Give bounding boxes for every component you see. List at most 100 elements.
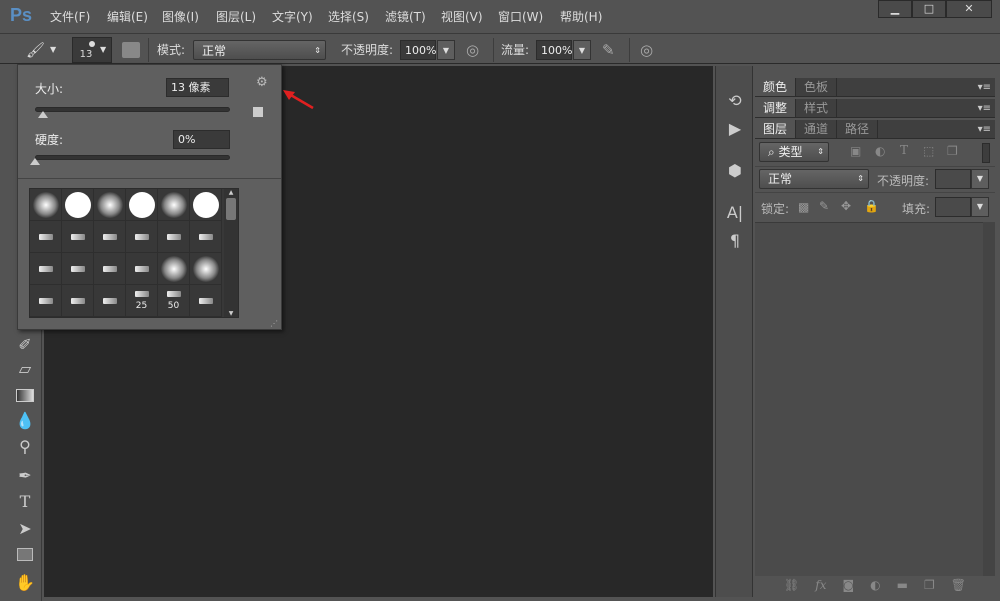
brush-preset-9[interactable] bbox=[126, 221, 158, 253]
mode-select[interactable]: 正常 ⇕ bbox=[193, 40, 326, 60]
hardness-slider-thumb[interactable] bbox=[30, 158, 40, 165]
brush-preset-3[interactable] bbox=[126, 189, 158, 221]
brush-preset-14[interactable] bbox=[94, 253, 126, 285]
add-mask-icon[interactable]: ◙ bbox=[842, 578, 854, 597]
tab-swatches[interactable]: 色板 bbox=[796, 78, 838, 96]
dodge-tool-icon[interactable]: ⚲ bbox=[12, 436, 38, 458]
brush-preset-11[interactable] bbox=[190, 221, 222, 253]
filter-toggle[interactable] bbox=[982, 143, 990, 163]
menu-file[interactable]: 文件(F) bbox=[50, 8, 90, 25]
brush-preset-19[interactable] bbox=[62, 285, 94, 317]
menu-type[interactable]: 文字(Y) bbox=[272, 8, 313, 25]
pen-tool-icon[interactable]: ✒ bbox=[12, 465, 38, 487]
character-panel-icon[interactable]: A| bbox=[724, 202, 746, 224]
brush-preset-16[interactable] bbox=[158, 253, 190, 285]
menu-filter[interactable]: 滤镜(T) bbox=[385, 8, 426, 25]
blend-mode-select[interactable]: 正常 ⇕ bbox=[759, 169, 869, 189]
lock-position-icon[interactable]: ✥ bbox=[841, 199, 851, 213]
brush-preset-23[interactable] bbox=[190, 285, 222, 317]
panel-menu-icon[interactable]: ▾≡ bbox=[978, 78, 991, 97]
brush-preset-22[interactable]: 50 bbox=[158, 285, 190, 317]
brush-preset-0[interactable] bbox=[30, 189, 62, 221]
new-group-icon[interactable]: ▬ bbox=[897, 578, 908, 597]
panel-menu-icon[interactable]: ▾≡ bbox=[978, 120, 991, 139]
brush-preset-12[interactable] bbox=[30, 253, 62, 285]
fx-icon[interactable]: fx bbox=[815, 578, 826, 597]
brush-preset-20[interactable] bbox=[94, 285, 126, 317]
brush-preset-5[interactable] bbox=[190, 189, 222, 221]
pressure-opacity-icon[interactable]: ◎ bbox=[466, 40, 479, 60]
pixel-filter-icon[interactable]: ▣ bbox=[850, 144, 861, 158]
brush-preset-6[interactable] bbox=[30, 221, 62, 253]
hardness-input[interactable]: 0% bbox=[173, 130, 230, 149]
size-slider-thumb[interactable] bbox=[37, 111, 48, 118]
scrollbar-thumb[interactable] bbox=[226, 198, 236, 220]
fill-input[interactable] bbox=[935, 197, 971, 217]
tab-paths[interactable]: 路径 bbox=[837, 120, 879, 138]
brush-picker-dropdown-icon[interactable]: ▼ bbox=[100, 40, 106, 60]
brush-preset-21[interactable]: 25 bbox=[126, 285, 158, 317]
preset-scrollbar[interactable]: ▲ ▼ bbox=[224, 189, 238, 317]
trash-icon[interactable]: 🗑 bbox=[951, 578, 966, 597]
hand-tool-icon[interactable]: ✋ bbox=[12, 572, 38, 594]
tab-channels[interactable]: 通道 bbox=[796, 120, 838, 138]
brush-preset-10[interactable] bbox=[158, 221, 190, 253]
close-button[interactable]: ✕ bbox=[946, 0, 992, 18]
history-panel-icon[interactable]: ⟲ bbox=[724, 90, 746, 112]
panel-menu-icon[interactable]: ▾≡ bbox=[978, 99, 991, 118]
smart-object-filter-icon[interactable]: ❐ bbox=[947, 144, 958, 158]
adjustment-layer-icon[interactable]: ◐ bbox=[870, 578, 880, 597]
paragraph-panel-icon[interactable]: ¶ bbox=[724, 230, 746, 252]
resize-grip-icon[interactable]: ⋰ bbox=[270, 319, 278, 328]
fill-dropdown[interactable]: ▼ bbox=[971, 197, 989, 217]
menu-window[interactable]: 窗口(W) bbox=[498, 8, 543, 25]
lock-all-icon[interactable]: 🔒 bbox=[864, 199, 879, 213]
brush-panel-toggle-icon[interactable] bbox=[122, 42, 140, 58]
menu-edit[interactable]: 编辑(E) bbox=[107, 8, 148, 25]
size-input[interactable]: 13 像素 bbox=[166, 78, 229, 97]
lock-transparent-icon[interactable]: ▩ bbox=[798, 200, 809, 214]
type-tool-icon[interactable]: T bbox=[12, 491, 38, 513]
brush-preset-7[interactable] bbox=[62, 221, 94, 253]
path-selection-tool-icon[interactable]: ➤ bbox=[12, 518, 38, 540]
brush-preset-17[interactable] bbox=[190, 253, 222, 285]
opacity-dropdown[interactable]: ▼ bbox=[437, 40, 455, 60]
tab-adjustments[interactable]: 调整 bbox=[755, 99, 797, 117]
brush-preset-15[interactable] bbox=[126, 253, 158, 285]
tool-preset-dropdown-icon[interactable]: ▼ bbox=[50, 40, 56, 60]
history-brush-tool-icon[interactable]: ✐ bbox=[12, 334, 38, 356]
tab-layers[interactable]: 图层 bbox=[755, 120, 797, 138]
layer-filter-select[interactable]: ⌕ 类型 ⇕ bbox=[759, 142, 829, 162]
brush-preset-8[interactable] bbox=[94, 221, 126, 253]
layer-opacity-dropdown[interactable]: ▼ bbox=[971, 169, 989, 189]
menu-select[interactable]: 选择(S) bbox=[328, 8, 369, 25]
hardness-slider[interactable] bbox=[35, 155, 230, 160]
gradient-tool-icon[interactable] bbox=[12, 385, 38, 407]
lock-paint-icon[interactable]: ✎ bbox=[819, 199, 829, 213]
eraser-tool-icon[interactable]: ▱ bbox=[12, 358, 38, 380]
gear-icon[interactable]: ⚙ bbox=[256, 75, 268, 90]
link-layers-icon[interactable]: ⛓ bbox=[784, 578, 799, 597]
brush-preset-2[interactable] bbox=[94, 189, 126, 221]
minimize-button[interactable]: ▁ bbox=[878, 0, 912, 18]
tab-color[interactable]: 颜色 bbox=[755, 78, 797, 96]
new-layer-icon[interactable]: ❐ bbox=[924, 578, 935, 597]
maximize-button[interactable]: □ bbox=[912, 0, 946, 18]
new-preset-icon[interactable] bbox=[253, 107, 263, 117]
opacity-input[interactable]: 100% bbox=[400, 40, 436, 60]
brush-preset-1[interactable] bbox=[62, 189, 94, 221]
actions-panel-icon[interactable]: ▶ bbox=[724, 118, 746, 140]
menu-image[interactable]: 图像(I) bbox=[162, 8, 199, 25]
layer-opacity-input[interactable] bbox=[935, 169, 971, 189]
flow-input[interactable]: 100% bbox=[536, 40, 572, 60]
menu-help[interactable]: 帮助(H) bbox=[560, 8, 602, 25]
airbrush-icon[interactable]: ✎ bbox=[602, 40, 615, 60]
size-slider[interactable] bbox=[35, 107, 230, 112]
rectangle-tool-icon[interactable] bbox=[12, 544, 38, 566]
brush-preset-13[interactable] bbox=[62, 253, 94, 285]
flow-dropdown[interactable]: ▼ bbox=[573, 40, 591, 60]
brush-preset-4[interactable] bbox=[158, 189, 190, 221]
brush-tool-icon[interactable]: 🖌 bbox=[26, 40, 45, 60]
layers-scrollbar[interactable] bbox=[983, 222, 995, 576]
tab-styles[interactable]: 样式 bbox=[796, 99, 838, 117]
